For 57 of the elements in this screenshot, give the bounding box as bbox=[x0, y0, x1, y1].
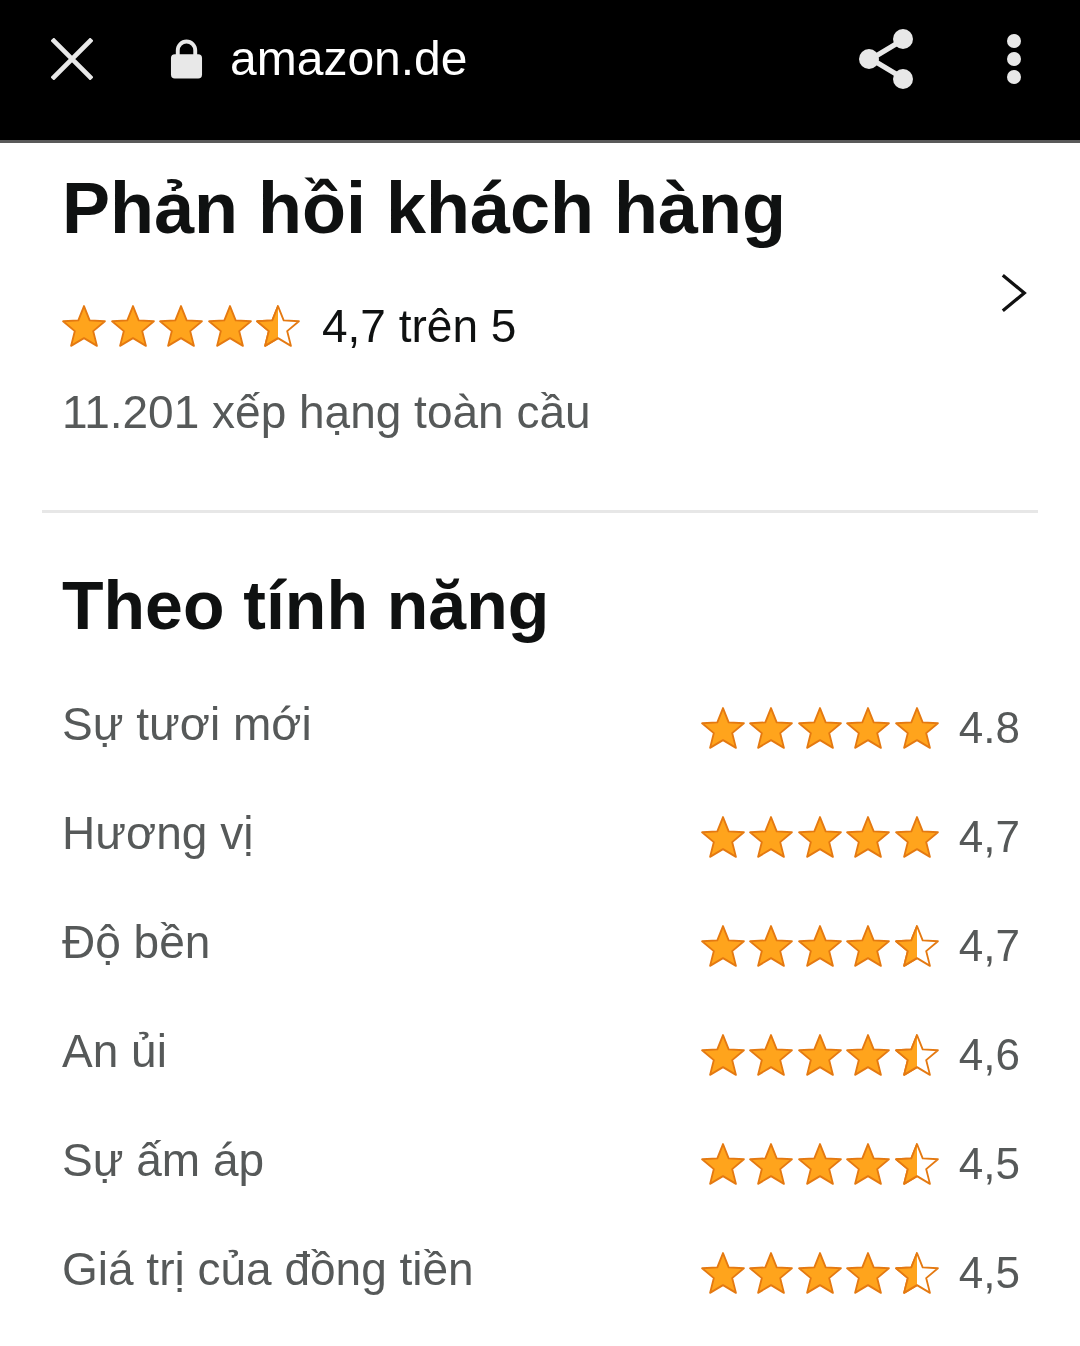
star-icon bbox=[797, 707, 842, 750]
feature-rating: 4,6 bbox=[958, 1030, 1020, 1081]
section-title: Theo tính năng bbox=[62, 566, 551, 646]
star-icon bbox=[700, 1252, 745, 1295]
star-icon bbox=[62, 305, 106, 348]
star-icon bbox=[797, 925, 842, 968]
star-icon bbox=[700, 707, 745, 750]
star-icon bbox=[846, 925, 891, 968]
star-icon bbox=[846, 1034, 891, 1077]
star-icon bbox=[700, 816, 745, 859]
star-icon bbox=[749, 1034, 794, 1077]
close-icon[interactable] bbox=[51, 38, 93, 80]
feature-name: An ủi bbox=[62, 1024, 167, 1079]
star-icon bbox=[846, 816, 891, 859]
feature-name: Độ bền bbox=[62, 915, 211, 970]
star-icon bbox=[749, 707, 794, 750]
star-icon bbox=[749, 1143, 794, 1186]
ratings-count-text: 11.201 xếp hạng toàn cầu bbox=[62, 385, 592, 440]
chevron-right-icon[interactable] bbox=[1000, 272, 1028, 315]
feature-name: Hương vị bbox=[62, 806, 254, 861]
feature-rating: 4,5 bbox=[958, 1139, 1020, 1190]
star-icon bbox=[894, 707, 939, 750]
lock-icon bbox=[170, 39, 203, 79]
star-icon bbox=[700, 925, 745, 968]
star-icon bbox=[749, 816, 794, 859]
star-icon bbox=[700, 1143, 745, 1186]
star-icon bbox=[797, 816, 842, 859]
star-icon bbox=[846, 1252, 891, 1295]
star-icon bbox=[894, 1034, 939, 1077]
menu-icon[interactable] bbox=[1006, 33, 1022, 85]
feature-rating: 4,7 bbox=[958, 812, 1020, 863]
star-icon bbox=[749, 925, 794, 968]
section-title: Phản hồi khách hàng bbox=[62, 167, 788, 250]
star-icon bbox=[159, 305, 203, 348]
star-icon bbox=[797, 1252, 842, 1295]
star-icon bbox=[846, 1143, 891, 1186]
star-icon bbox=[797, 1034, 842, 1077]
star-icon bbox=[110, 305, 155, 348]
star-icon bbox=[894, 816, 939, 859]
feature-name: Sự tươi mới bbox=[62, 697, 312, 752]
feature-rating: 4,5 bbox=[958, 1248, 1020, 1299]
feature-name: Sự ấm áp bbox=[62, 1133, 265, 1188]
star-icon bbox=[700, 1034, 745, 1077]
feature-rating: 4.8 bbox=[958, 703, 1020, 754]
star-icon bbox=[749, 1252, 794, 1295]
star-icon bbox=[797, 1143, 842, 1186]
feature-name: Giá trị của đồng tiền bbox=[62, 1242, 474, 1297]
star-icon bbox=[894, 1143, 939, 1186]
star-icon bbox=[256, 305, 300, 348]
star-icon bbox=[207, 305, 252, 348]
star-icon bbox=[894, 925, 939, 968]
share-icon[interactable] bbox=[858, 29, 914, 89]
url-text[interactable]: amazon.de bbox=[230, 35, 468, 83]
feature-rating: 4,7 bbox=[958, 921, 1020, 972]
average-rating-text: 4,7 trên 5 bbox=[322, 299, 517, 354]
star-icon bbox=[846, 707, 891, 750]
star-icon bbox=[894, 1252, 939, 1295]
